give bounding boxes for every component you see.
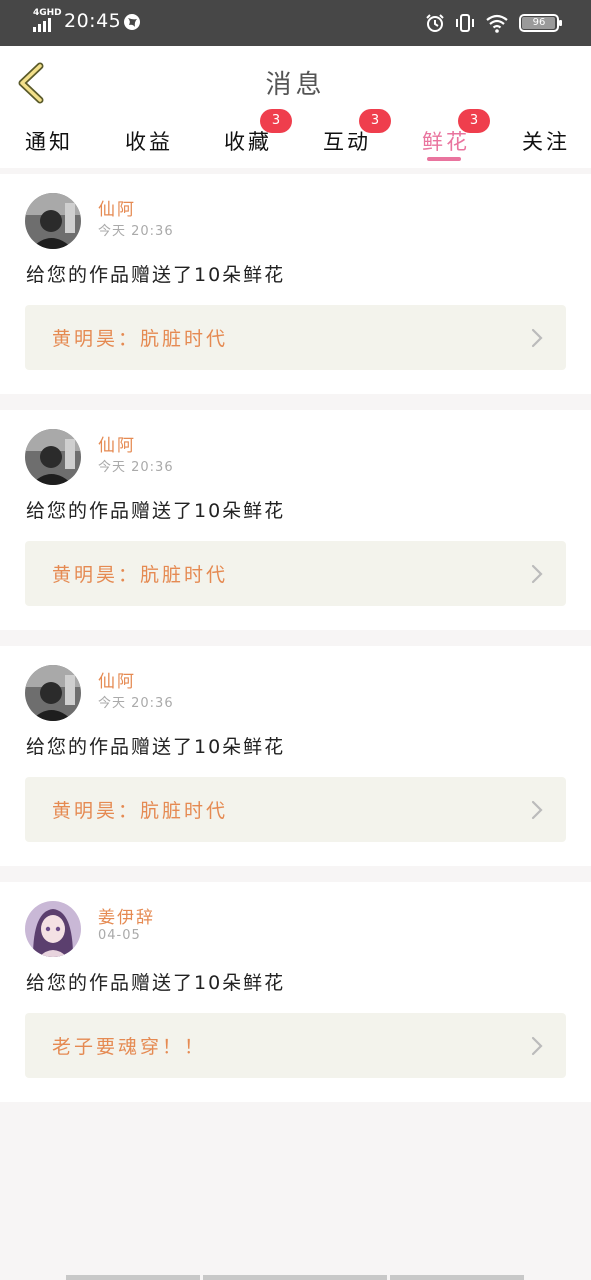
timestamp: 04-05 [98, 928, 141, 943]
battery-icon: 96 [519, 14, 562, 32]
timestamp: 今天 20:36 [98, 224, 174, 239]
tab-interactions[interactable]: 互动 3 [323, 109, 391, 156]
header: 消息 [0, 46, 591, 118]
avatar[interactable] [25, 901, 81, 957]
work-link[interactable]: 黄明昊：肮脏时代 [25, 541, 566, 606]
tab-label: 互动 [323, 130, 371, 154]
avatar-image [25, 193, 81, 249]
tab-label: 收益 [125, 130, 173, 154]
message-text: 给您的作品赠送了10朵鲜花 [26, 736, 286, 758]
status-bar: 4GHD 20:45 96 [0, 0, 591, 46]
vpn-icon [124, 14, 140, 30]
message-text: 给您的作品赠送了10朵鲜花 [26, 264, 286, 286]
timestamp: 今天 20:36 [98, 460, 174, 475]
work-title: 老子要魂穿！！ [52, 1036, 207, 1058]
chevron-right-icon [531, 1036, 543, 1056]
message-text: 给您的作品赠送了10朵鲜花 [26, 972, 286, 994]
status-icons: 96 [425, 10, 562, 36]
message-card: 仙阿 今天 20:36 给您的作品赠送了10朵鲜花 黄明昊：肮脏时代 [0, 174, 591, 394]
tab-following[interactable]: 关注 [522, 126, 570, 156]
timestamp: 今天 20:36 [98, 696, 174, 711]
tab-favorites[interactable]: 收藏 3 [224, 109, 292, 156]
tab-bar: 通知 收益 收藏 3 互动 3 鲜花 3 关注 [0, 109, 591, 168]
tab-flowers[interactable]: 鲜花 3 [422, 109, 490, 156]
avatar-image [25, 901, 81, 957]
unread-badge: 3 [359, 109, 391, 133]
unread-badge: 3 [458, 109, 490, 133]
battery-level: 96 [532, 17, 546, 28]
tab-label: 通知 [25, 130, 73, 154]
alarm-icon [426, 14, 444, 32]
work-link[interactable]: 黄明昊：肮脏时代 [25, 777, 566, 842]
chevron-right-icon [531, 328, 543, 348]
avatar-image [25, 429, 81, 485]
avatar[interactable] [25, 193, 81, 249]
work-link[interactable]: 老子要魂穿！！ [25, 1013, 566, 1078]
vibrate-icon [456, 14, 474, 32]
message-card: 姜伊辞 04-05 给您的作品赠送了10朵鲜花 老子要魂穿！！ [0, 882, 591, 1102]
tab-notice[interactable]: 通知 [25, 126, 73, 156]
message-card: 仙阿 今天 20:36 给您的作品赠送了10朵鲜花 黄明昊：肮脏时代 [0, 410, 591, 630]
message-text: 给您的作品赠送了10朵鲜花 [26, 500, 286, 522]
avatar[interactable] [25, 665, 81, 721]
nav-gesture-bar[interactable] [66, 1275, 200, 1280]
work-link[interactable]: 黄明昊：肮脏时代 [25, 305, 566, 370]
chevron-right-icon [531, 800, 543, 820]
unread-badge: 3 [260, 109, 292, 133]
nav-gesture-bar[interactable] [203, 1275, 387, 1280]
wifi-icon [486, 14, 508, 33]
tab-label: 鲜花 [422, 130, 470, 154]
signal-icon [33, 18, 51, 32]
avatar-image [25, 665, 81, 721]
clock: 20:45 [64, 10, 122, 32]
tab-label: 收藏 [224, 130, 272, 154]
chevron-right-icon [531, 564, 543, 584]
sender-name[interactable]: 仙阿 [98, 431, 136, 456]
nav-gesture-bar[interactable] [390, 1275, 524, 1280]
active-tab-indicator [427, 157, 461, 161]
message-card: 仙阿 今天 20:36 给您的作品赠送了10朵鲜花 黄明昊：肮脏时代 [0, 646, 591, 866]
work-title: 黄明昊：肮脏时代 [52, 800, 229, 822]
tab-earnings[interactable]: 收益 [125, 126, 173, 156]
sender-name[interactable]: 仙阿 [98, 195, 136, 220]
page-title: 消息 [265, 70, 326, 100]
avatar[interactable] [25, 429, 81, 485]
sender-name[interactable]: 仙阿 [98, 667, 136, 692]
sender-name[interactable]: 姜伊辞 [98, 903, 155, 928]
work-title: 黄明昊：肮脏时代 [52, 564, 229, 586]
work-title: 黄明昊：肮脏时代 [52, 328, 229, 350]
tab-label: 关注 [522, 130, 570, 154]
